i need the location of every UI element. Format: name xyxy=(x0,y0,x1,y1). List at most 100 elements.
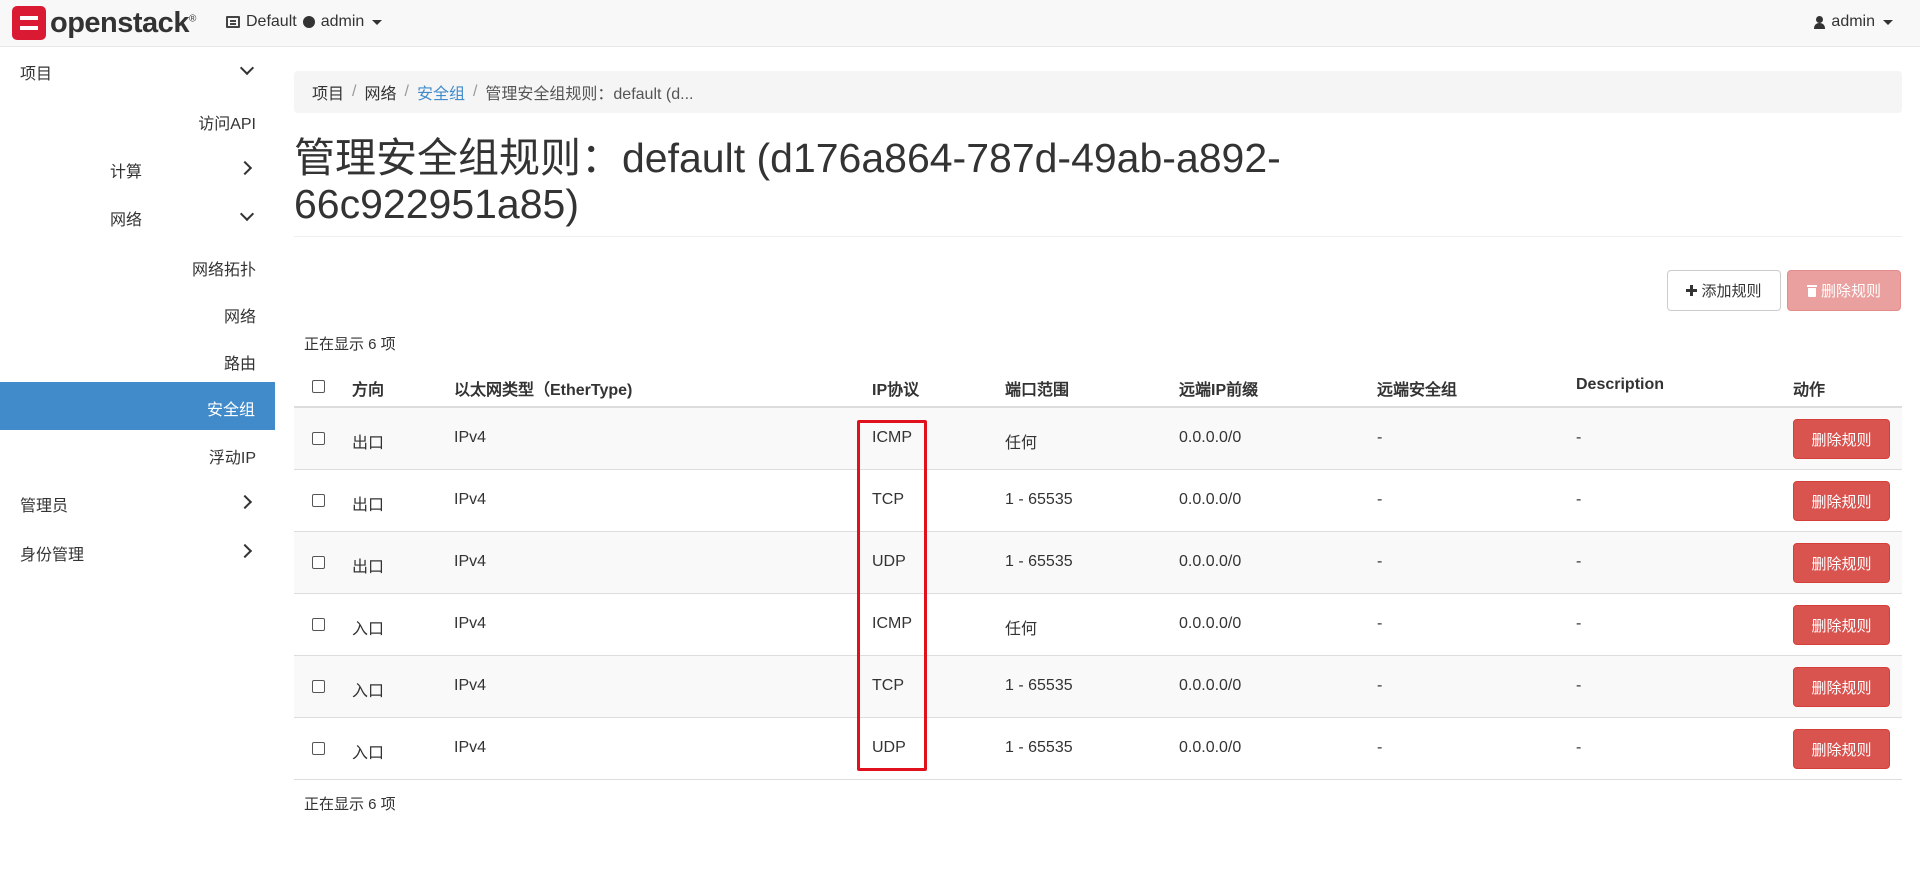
header-remote-prefix[interactable]: 远端IP前缀 xyxy=(1179,376,1258,400)
plus-icon xyxy=(1686,285,1698,296)
sidebar-item-label: 管理员 xyxy=(20,498,69,515)
sidebar-item-network[interactable]: 网络 xyxy=(110,206,142,230)
sidebar-item-label: 路由 xyxy=(223,356,256,373)
cell-port-range: 1 - 65535 xyxy=(1005,491,1073,508)
select-all-checkbox[interactable] xyxy=(312,380,325,393)
sidebar-item-routers[interactable]: 路由 xyxy=(224,350,256,374)
breadcrumb-project[interactable]: 项目 xyxy=(312,80,344,104)
header-actions: 动作 xyxy=(1793,382,1826,399)
cell-port-range: 1 - 65535 xyxy=(1005,739,1073,756)
table-row: 出口 IPv4 ICMP 任何 0.0.0.0/0 - - 删除规则 xyxy=(294,408,1902,470)
sidebar-item-label: 浮动IP xyxy=(208,450,256,467)
cell-remote-group: - xyxy=(1377,429,1383,446)
cell-ethertype: IPv4 xyxy=(454,491,487,508)
table-row: 出口 IPv4 UDP 1 - 65535 0.0.0.0/0 - - 删除规则 xyxy=(294,532,1902,594)
page-title-line2: 66c922951a85) xyxy=(294,181,579,227)
cell-direction: 出口 xyxy=(352,435,385,452)
header-remote-group[interactable]: 远端安全组 xyxy=(1377,376,1457,400)
sidebar: 项目 访问API 计算 网络 网络拓扑 网络 路由 安全组 浮动IP 管理员 身… xyxy=(0,48,275,872)
delete-rule-button[interactable]: 删除规则 xyxy=(1793,419,1890,459)
cell-remote-prefix: 0.0.0.0/0 xyxy=(1179,615,1242,632)
delete-rule-button[interactable]: 删除规则 xyxy=(1793,605,1890,645)
sidebar-item-compute[interactable]: 计算 xyxy=(110,158,142,182)
cell-ethertype: IPv4 xyxy=(454,677,487,694)
sidebar-item-admin[interactable]: 管理员 xyxy=(20,492,68,516)
breadcrumb: 项目 / 网络 / 安全组 / 管理安全组规则：default (d... xyxy=(294,71,1902,113)
add-rule-label: 添加规则 xyxy=(1701,283,1762,300)
page-title-line1: 管理安全组规则：default (d176a864-787d-49ab-a892… xyxy=(294,135,1281,181)
table-row: 入口 IPv4 ICMP 任何 0.0.0.0/0 - - 删除规则 xyxy=(294,594,1902,656)
row-checkbox[interactable] xyxy=(312,494,325,507)
rules-table: 方向 以太网类型（EtherType) IP协议 端口范围 远端IP前缀 远端安… xyxy=(294,366,1902,780)
header-ethertype[interactable]: 以太网类型（EtherType) xyxy=(454,376,632,400)
header-protocol[interactable]: IP协议 xyxy=(872,376,919,400)
cell-direction: 出口 xyxy=(352,497,385,514)
row-checkbox[interactable] xyxy=(312,742,325,755)
trash-icon xyxy=(1806,284,1817,297)
table-header: 方向 以太网类型（EtherType) IP协议 端口范围 远端IP前缀 远端安… xyxy=(294,366,1902,408)
project-switcher[interactable]: Default admin xyxy=(226,13,383,31)
sidebar-item-floating-ips[interactable]: 浮动IP xyxy=(209,444,256,468)
cell-description: - xyxy=(1576,615,1582,632)
sidebar-item-networks[interactable]: 网络 xyxy=(224,303,256,327)
delete-rules-button[interactable]: 删除规则 xyxy=(1787,270,1901,311)
table-row: 出口 IPv4 TCP 1 - 65535 0.0.0.0/0 - - 删除规则 xyxy=(294,470,1902,532)
delete-rule-button[interactable]: 删除规则 xyxy=(1793,481,1890,521)
cell-description: - xyxy=(1576,429,1582,446)
delete-rule-button[interactable]: 删除规则 xyxy=(1793,667,1890,707)
row-checkbox[interactable] xyxy=(312,432,325,445)
sidebar-item-project[interactable]: 项目 xyxy=(20,60,52,84)
cell-ethertype: IPv4 xyxy=(454,553,487,570)
brand-name: openstack xyxy=(50,6,189,39)
cell-direction: 入口 xyxy=(352,683,385,700)
row-checkbox[interactable] xyxy=(312,556,325,569)
sidebar-item-api-access[interactable]: 访问API xyxy=(198,110,256,134)
breadcrumb-separator: / xyxy=(404,83,409,100)
item-count-top: 正在显示 6 项 xyxy=(304,336,396,353)
user-menu[interactable]: admin xyxy=(1814,13,1893,31)
title-divider xyxy=(294,236,1902,237)
chevron-down-icon xyxy=(239,60,255,76)
chevron-right-icon xyxy=(237,160,253,176)
sidebar-item-network-topology[interactable]: 网络拓扑 xyxy=(192,256,256,280)
sidebar-item-label: 计算 xyxy=(110,164,143,181)
sidebar-item-label: 网络 xyxy=(223,309,256,326)
add-rule-button[interactable]: 添加规则 xyxy=(1667,270,1781,311)
list-icon xyxy=(226,16,240,28)
row-checkbox[interactable] xyxy=(312,618,325,631)
header-port-range[interactable]: 端口范围 xyxy=(1005,376,1069,400)
cell-remote-prefix: 0.0.0.0/0 xyxy=(1179,739,1242,756)
row-checkbox[interactable] xyxy=(312,680,325,693)
sidebar-item-label: 身份管理 xyxy=(20,547,85,564)
chevron-right-icon xyxy=(237,543,253,559)
cell-remote-prefix: 0.0.0.0/0 xyxy=(1179,491,1242,508)
cell-port-range: 任何 xyxy=(1005,621,1038,638)
delete-rule-button[interactable]: 删除规则 xyxy=(1793,543,1890,583)
cell-port-range: 1 - 65535 xyxy=(1005,677,1073,694)
cell-description: - xyxy=(1576,677,1582,694)
cell-direction: 出口 xyxy=(352,559,385,576)
breadcrumb-separator: / xyxy=(352,83,357,100)
breadcrumb-separator: / xyxy=(472,83,478,100)
delete-rule-button[interactable]: 删除规则 xyxy=(1793,729,1890,769)
cell-remote-group: - xyxy=(1377,553,1383,570)
table-row: 入口 IPv4 TCP 1 - 65535 0.0.0.0/0 - - 删除规则 xyxy=(294,656,1902,718)
sidebar-item-security-groups[interactable]: 安全组 xyxy=(0,382,275,430)
caret-down-icon xyxy=(1883,19,1893,25)
user-name: admin xyxy=(1831,13,1875,30)
protocol-highlight-box xyxy=(857,420,927,771)
sidebar-item-identity[interactable]: 身份管理 xyxy=(20,541,84,565)
cell-ethertype: IPv4 xyxy=(454,615,487,632)
cell-port-range: 1 - 65535 xyxy=(1005,553,1073,570)
breadcrumb-security-groups[interactable]: 安全组 xyxy=(417,80,465,104)
domain-name: Default xyxy=(246,13,297,30)
header-direction[interactable]: 方向 xyxy=(352,376,384,400)
project-dot-icon xyxy=(302,16,315,28)
openstack-logo[interactable]: openstack® xyxy=(12,6,196,40)
header-description[interactable]: Description xyxy=(1576,376,1664,394)
cell-description: - xyxy=(1576,553,1582,570)
sidebar-item-label: 网络拓扑 xyxy=(191,262,256,279)
cell-description: - xyxy=(1576,491,1582,508)
top-navbar: openstack® Default admin admin xyxy=(0,0,1920,47)
breadcrumb-network[interactable]: 网络 xyxy=(364,80,396,104)
